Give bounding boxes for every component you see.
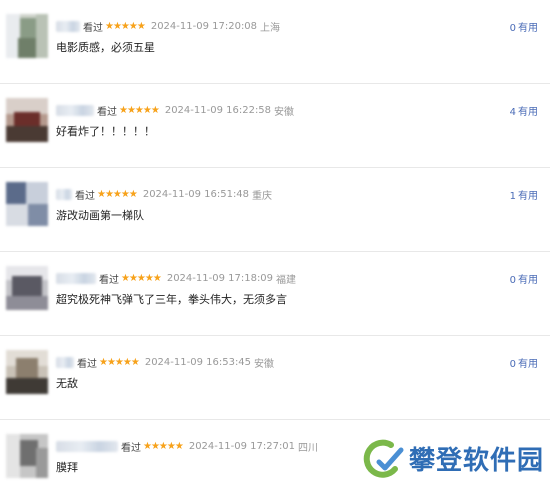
rating-stars: ★★★★★ <box>143 440 184 452</box>
avatar[interactable] <box>6 350 48 394</box>
comment-location: 四川 <box>298 442 319 454</box>
watermark-text: 攀登软件园 <box>408 445 544 476</box>
comment-meta: 看过 ★★★★★ 2024-11-09 16:51:48 重庆 <box>56 186 272 202</box>
useful-vote-button[interactable]: 0 有用 <box>510 271 538 286</box>
comment-meta: 看过 ★★★★★ 2024-11-09 16:53:45 安徽 <box>56 354 274 370</box>
watch-status: 看过 <box>121 442 141 454</box>
avatar[interactable] <box>6 266 48 310</box>
useful-label: 有用 <box>518 359 538 370</box>
rating-stars: ★★★★★ <box>97 188 138 200</box>
username-blurred[interactable] <box>56 440 118 452</box>
watch-status: 看过 <box>97 106 117 118</box>
watch-status: 看过 <box>83 22 103 34</box>
useful-count: 4 <box>509 107 516 118</box>
avatar[interactable] <box>6 182 48 226</box>
comment-location: 安徽 <box>254 358 275 370</box>
comment-time: 2024-11-09 17:18:09 <box>166 272 274 284</box>
watch-status: 看过 <box>75 190 95 202</box>
comment-time: 2024-11-09 17:20:08 <box>150 20 258 32</box>
rating-stars: ★★★★★ <box>121 272 162 284</box>
comment-item: 看过 ★★★★★ 2024-11-09 17:20:08 上海 电影质感，必须五… <box>0 0 550 84</box>
site-logo-icon <box>363 439 404 478</box>
comment-text: 好看炸了！！！！！ <box>56 125 155 138</box>
comment-text: 无敌 <box>56 377 78 390</box>
username-blurred[interactable] <box>56 272 96 284</box>
watch-status: 看过 <box>77 358 97 370</box>
comment-location: 重庆 <box>252 190 273 202</box>
comment-location: 福建 <box>276 274 297 286</box>
comment-item: 看过 ★★★★★ 2024-11-09 16:22:58 安徽 好看炸了！！！！… <box>0 84 550 168</box>
comment-time: 2024-11-09 16:51:48 <box>142 188 250 200</box>
useful-count: 0 <box>509 359 516 370</box>
username-blurred[interactable] <box>56 20 80 32</box>
comment-location: 安徽 <box>274 106 295 118</box>
username-blurred[interactable] <box>56 188 72 200</box>
username-blurred[interactable] <box>56 356 74 368</box>
comment-text: 超究极死神飞弹飞了三年，拳头伟大，无须多言 <box>56 293 287 306</box>
comment-text: 电影质感，必须五星 <box>56 41 155 54</box>
useful-vote-button[interactable]: 0 有用 <box>510 355 538 370</box>
comment-time: 2024-11-09 17:27:01 <box>188 440 296 452</box>
rating-stars: ★★★★★ <box>99 356 140 368</box>
useful-count: 0 <box>509 23 516 34</box>
useful-label: 有用 <box>518 107 538 118</box>
useful-label: 有用 <box>518 191 538 202</box>
comment-text: 膜拜 <box>56 461 78 474</box>
useful-vote-button[interactable]: 0 有用 <box>510 19 538 34</box>
avatar[interactable] <box>6 434 48 478</box>
comment-time: 2024-11-09 16:22:58 <box>164 104 272 116</box>
comment-list: 看过 ★★★★★ 2024-11-09 17:20:08 上海 电影质感，必须五… <box>0 0 550 503</box>
rating-stars: ★★★★★ <box>105 20 146 32</box>
comment-time: 2024-11-09 16:53:45 <box>144 356 252 368</box>
useful-label: 有用 <box>518 275 538 286</box>
username-blurred[interactable] <box>56 104 94 116</box>
comment-item: 看过 ★★★★★ 2024-11-09 16:51:48 重庆 游改动画第一梯队… <box>0 168 550 252</box>
avatar[interactable] <box>6 14 48 58</box>
useful-vote-button[interactable]: 4 有用 <box>510 103 538 118</box>
useful-label: 有用 <box>518 23 538 34</box>
rating-stars: ★★★★★ <box>119 104 160 116</box>
comment-item: 看过 ★★★★★ 2024-11-09 17:18:09 福建 超究极死神飞弹飞… <box>0 252 550 336</box>
comment-meta: 看过 ★★★★★ 2024-11-09 17:27:01 四川 <box>56 438 318 454</box>
useful-count: 0 <box>509 275 516 286</box>
site-watermark: 攀登软件园 <box>361 436 544 480</box>
avatar[interactable] <box>6 98 48 142</box>
comment-text: 游改动画第一梯队 <box>56 209 144 222</box>
watch-status: 看过 <box>99 274 119 286</box>
comment-item: 看过 ★★★★★ 2024-11-09 16:53:45 安徽 无敌 0 有用 <box>0 336 550 420</box>
comment-location: 上海 <box>260 22 281 34</box>
comment-meta: 看过 ★★★★★ 2024-11-09 17:20:08 上海 <box>56 18 280 34</box>
useful-count: 1 <box>509 191 516 202</box>
comment-meta: 看过 ★★★★★ 2024-11-09 17:18:09 福建 <box>56 270 296 286</box>
comment-meta: 看过 ★★★★★ 2024-11-09 16:22:58 安徽 <box>56 102 294 118</box>
useful-vote-button[interactable]: 1 有用 <box>510 187 538 202</box>
